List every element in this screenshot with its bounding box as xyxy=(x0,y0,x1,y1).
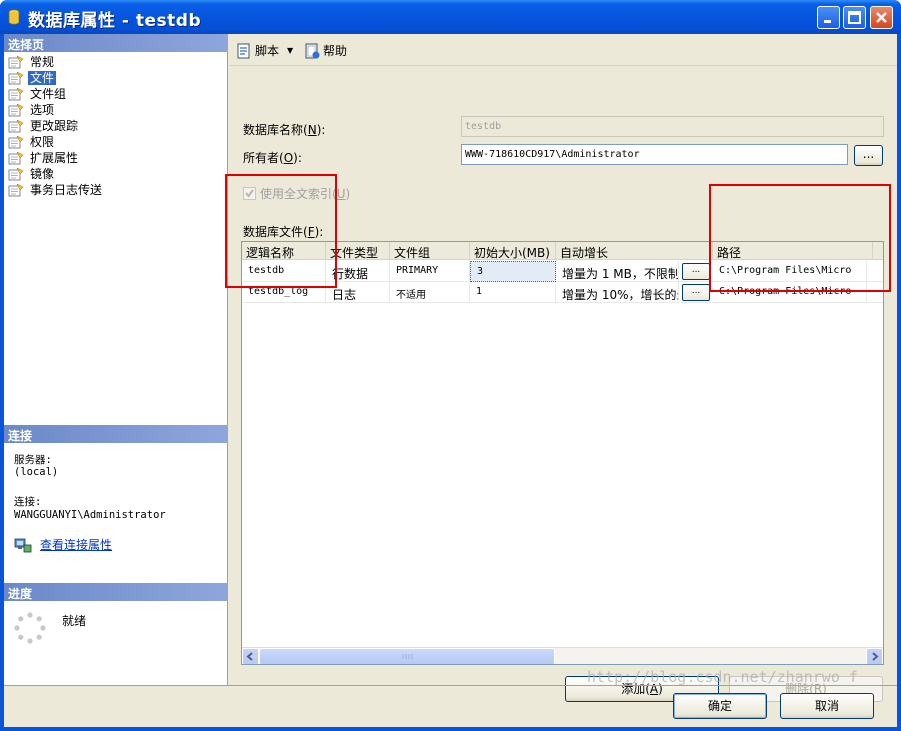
nav-item-5[interactable]: 权限 xyxy=(8,134,226,150)
nav-item-label: 选项 xyxy=(30,103,55,117)
page-icon xyxy=(8,87,24,101)
close-icon xyxy=(876,12,887,23)
connection-label: 连接: xyxy=(14,496,42,508)
minimize-button[interactable] xyxy=(817,6,840,29)
column-header-2[interactable]: 文件组 xyxy=(390,242,470,260)
db-name-field: testdb xyxy=(461,116,884,137)
ok-button[interactable]: 确定 xyxy=(673,693,767,719)
help-button[interactable]: 帮助 xyxy=(304,42,347,59)
dialog-client: 选择页 常规 文件 文件组 选项 更改跟踪 权限 扩展属性 镜像 事务日志传送 连接 服务器: … xyxy=(4,34,897,727)
owner-browse-button[interactable]: ... xyxy=(854,145,883,166)
dropdown-arrow-icon: ▼ xyxy=(287,46,294,55)
window-title: 数据库属性 - testdb xyxy=(28,11,202,31)
page-icon xyxy=(8,55,24,69)
nav-item-label: 镜像 xyxy=(30,167,55,181)
page-nav: 常规文件文件组选项更改跟踪权限扩展属性镜像事务日志传送 xyxy=(8,54,226,198)
path-browse-button[interactable]: ... xyxy=(682,263,710,280)
help-icon xyxy=(305,43,320,58)
page-icon xyxy=(8,151,24,165)
cell-filegroup: PRIMARY xyxy=(390,261,470,282)
cancel-button[interactable]: 取消 xyxy=(780,693,874,719)
connection-value: WANGGUANYI\Administrator xyxy=(14,509,166,521)
scroll-thumb[interactable] xyxy=(259,648,555,664)
nav-item-1[interactable]: 文件 xyxy=(8,70,226,86)
view-connection-properties-label: 查看连接属性 xyxy=(40,538,113,552)
maximize-button[interactable] xyxy=(843,6,866,29)
maximize-icon xyxy=(848,11,861,24)
cell-initial-size[interactable]: 3 xyxy=(470,261,556,282)
scroll-left-button[interactable] xyxy=(242,648,259,664)
cell-autogrowth: 增量为 10%，增长的最... xyxy=(556,282,679,303)
select-page-header: 选择页 xyxy=(4,34,228,52)
nav-item-label: 事务日志传送 xyxy=(30,183,103,197)
nav-item-label: 权限 xyxy=(30,135,55,149)
nav-item-label: 更改跟踪 xyxy=(30,119,79,133)
nav-item-2[interactable]: 文件组 xyxy=(8,86,226,102)
nav-item-4[interactable]: 更改跟踪 xyxy=(8,118,226,134)
path-browse-button[interactable]: ... xyxy=(682,284,710,301)
view-connection-properties-link[interactable]: 查看连接属性 xyxy=(14,536,112,553)
nav-item-8[interactable]: 事务日志传送 xyxy=(8,182,226,198)
grip-icon xyxy=(402,654,413,659)
dialog-footer: 确定 取消 xyxy=(4,685,897,727)
progress-header: 进度 xyxy=(4,583,228,601)
dialog-window: 数据库属性 - testdb 选择页 常规 文件 文件组 选项 更改跟踪 权限 扩展属性 镜像… xyxy=(0,0,901,731)
nav-item-3[interactable]: 选项 xyxy=(8,102,226,118)
script-button[interactable]: 脚本 ▼ xyxy=(236,42,293,59)
left-panel: 选择页 常规 文件 文件组 选项 更改跟踪 权限 扩展属性 镜像 事务日志传送 连接 服务器: … xyxy=(4,34,228,685)
nav-item-6[interactable]: 扩展属性 xyxy=(8,150,226,166)
nav-item-label: 常规 xyxy=(30,55,55,69)
script-icon xyxy=(237,43,250,58)
cell-filegroup: 不适用 xyxy=(390,282,470,303)
nav-item-label: 扩展属性 xyxy=(30,151,79,165)
owner-label: 所有者(O): xyxy=(243,151,302,165)
server-value: (local) xyxy=(14,466,59,478)
page-icon xyxy=(8,183,24,197)
database-icon xyxy=(8,9,20,25)
db-files-grid: 逻辑名称 文件类型 文件组 初始大小(MB) 自动增长 路径 testdb 行数据 PRIMA… xyxy=(241,241,884,665)
nav-item-7[interactable]: 镜像 xyxy=(8,166,226,182)
close-button[interactable] xyxy=(870,6,893,29)
help-label: 帮助 xyxy=(323,44,348,58)
page-icon xyxy=(8,71,24,85)
column-header-3[interactable]: 初始大小(MB) xyxy=(470,242,556,260)
title-bar[interactable]: 数据库属性 - testdb xyxy=(0,0,901,34)
owner-field[interactable]: WWW-718610CD917\Administrator xyxy=(461,144,848,165)
nav-item-label: 文件 xyxy=(28,71,57,85)
scroll-right-icon xyxy=(872,652,879,661)
db-name-label: 数据库名称(N): xyxy=(243,123,326,137)
highlight-box-logical-name xyxy=(225,174,337,288)
watermark: http://blog.csdn.net/zhanrwo f xyxy=(587,668,858,686)
nav-item-0[interactable]: 常规 xyxy=(8,54,226,70)
nav-item-label: 文件组 xyxy=(30,87,67,101)
cell-autogrowth: 增量为 1 MB，不限制增长 xyxy=(556,261,679,282)
page-icon xyxy=(8,119,24,133)
horizontal-scrollbar[interactable] xyxy=(242,647,883,664)
script-label: 脚本 xyxy=(255,44,280,58)
scroll-left-icon xyxy=(246,652,253,661)
page-icon xyxy=(8,135,24,149)
connection-properties-icon xyxy=(14,538,32,552)
connection-header: 连接 xyxy=(4,425,228,443)
files-page: 数据库名称(N): testdb 所有者(O): WWW-718610CD917… xyxy=(229,67,897,702)
highlight-box-path xyxy=(709,184,891,292)
toolbar: 脚本 ▼ 帮助 xyxy=(229,34,897,66)
page-icon xyxy=(8,103,24,117)
cell-initial-size[interactable]: 1 xyxy=(470,282,556,303)
progress-status: 就绪 xyxy=(62,614,87,628)
minimize-icon xyxy=(824,20,831,23)
progress-spinner-icon xyxy=(14,612,46,644)
page-icon xyxy=(8,167,24,181)
scroll-right-button[interactable] xyxy=(866,648,883,664)
column-header-4[interactable]: 自动增长 xyxy=(556,242,713,260)
